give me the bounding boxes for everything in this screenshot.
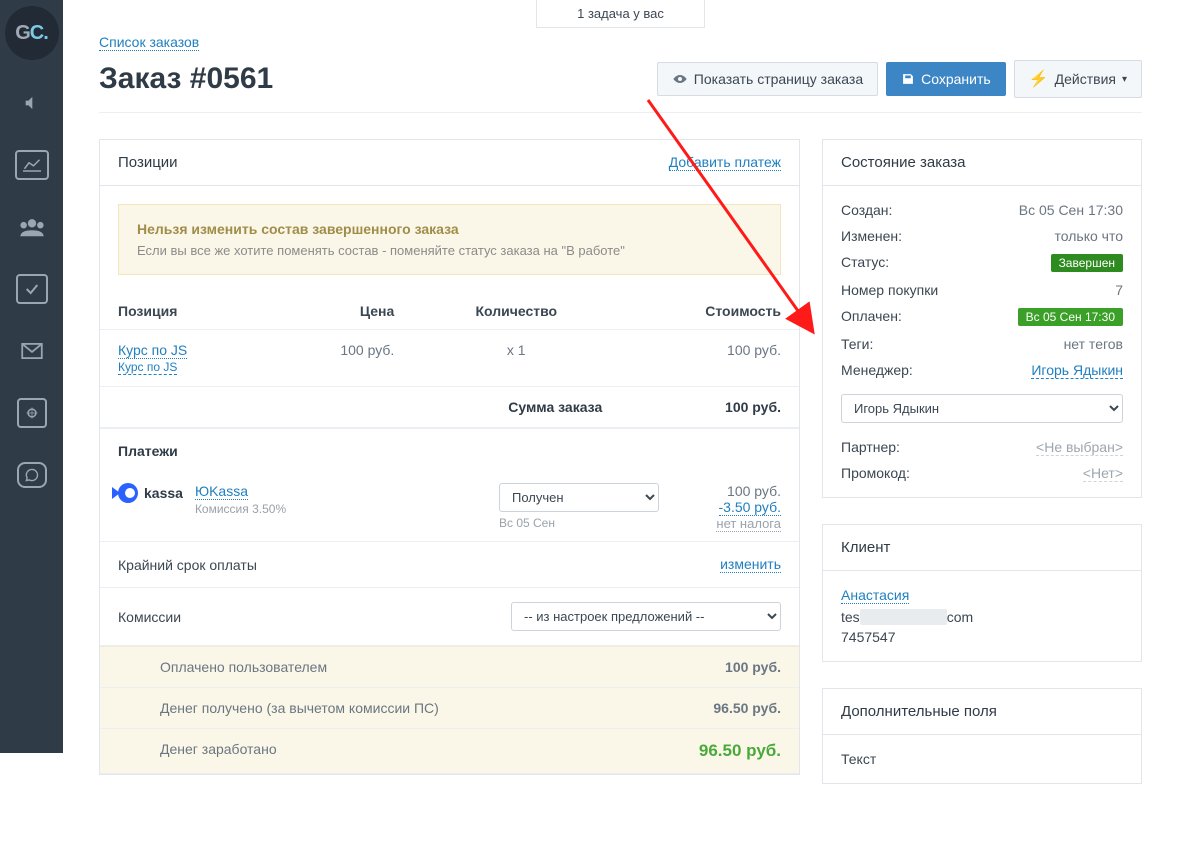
provider-logo: kassa [118,483,183,503]
mail-icon[interactable] [0,320,63,382]
save-button[interactable]: Сохранить [886,62,1006,96]
partner-value[interactable]: <Не выбран> [1036,439,1123,456]
created-label: Создан: [841,202,1018,218]
table-row: Курс по JS Курс по JS 100 руб. x 1 100 р… [100,330,799,387]
sidebar: GC. [0,0,63,753]
page-title: Заказ #0561 [99,62,273,96]
positions-table: Позиция Цена Количество Стоимость Курс п… [100,293,799,428]
commission-select[interactable]: -- из настроек предложений -- [511,602,781,631]
tags-label: Теги: [841,336,1018,352]
tags-value: нет тегов [1018,336,1123,352]
logo[interactable]: GC. [5,6,59,60]
earned-value: 96.50 руб. [625,729,799,774]
col-cost: Стоимость [620,293,799,330]
totals-table: Оплачено пользователем100 руб. Денег пол… [100,646,799,774]
users-icon[interactable] [0,196,63,258]
item-sub-link[interactable]: Курс по JS [118,360,177,375]
promo-label: Промокод: [841,465,1036,481]
alert-title: Нельзя изменить состав завершенного зака… [137,221,762,237]
check-icon[interactable] [0,258,63,320]
item-cost: 100 руб. [620,330,799,387]
eye-icon [672,73,688,85]
positions-panel: Позиции Добавить платеж Нельзя изменить … [99,139,800,775]
item-qty: x 1 [412,330,620,387]
col-qty: Количество [412,293,620,330]
changed-label: Изменен: [841,228,1018,244]
show-page-button[interactable]: Показать страницу заказа [657,62,878,96]
manager-link[interactable]: Игорь Ядыкин [1031,362,1123,379]
client-phone: 7457547 [841,629,1123,645]
safe-icon[interactable] [0,382,63,444]
speaker-icon[interactable] [0,72,63,134]
partner-label: Партнер: [841,439,1036,455]
alert-locked-order: Нельзя изменить состав завершенного зака… [118,204,781,275]
col-name: Позиция [100,293,268,330]
client-name-link[interactable]: Анастасия [841,587,909,604]
promo-value[interactable]: <Нет> [1083,465,1123,482]
manager-label: Менеджер: [841,362,1018,378]
client-panel: Клиент Анастасия tesxcom 7457547 [822,524,1142,662]
status-panel-title: Состояние заказа [841,154,966,171]
client-email: tesxcom [841,609,1123,625]
commission-label: Комиссии [118,609,181,625]
no-tax-link[interactable]: нет налога [716,516,781,532]
chart-icon[interactable] [0,134,63,196]
payment-date: Вс 05 Сен [499,516,659,530]
earned-label: Денег заработано [100,729,625,774]
paid-label: Оплачен: [841,308,1018,326]
payment-status-select[interactable]: Получен [499,483,659,512]
manager-select[interactable]: Игорь Ядыкин [841,394,1123,423]
payment-row: kassa ЮKassa Комиссия 3.50% Получен Вс 0… [100,473,799,542]
item-price: 100 руб. [268,330,412,387]
actions-button[interactable]: ⚡Действия▾ [1014,60,1142,98]
back-link[interactable]: Список заказов [99,34,199,51]
received-label: Денег получено (за вычетом комиссии ПС) [100,688,625,729]
paid-by-user-label: Оплачено пользователем [100,647,625,688]
item-link[interactable]: Курс по JS [118,342,187,359]
created-value: Вс 05 Сен 17:30 [1018,202,1123,218]
alert-text: Если вы все же хотите поменять состав - … [137,243,762,258]
client-panel-title: Клиент [841,539,890,556]
received-value: 96.50 руб. [625,688,799,729]
payments-title: Платежи [100,428,799,473]
chevron-down-icon: ▾ [1122,74,1127,85]
chat-icon[interactable] [0,444,63,506]
tasks-pill[interactable]: 1 задача у вас [536,0,705,28]
extra-text-label: Текст [841,751,1123,767]
add-payment-link[interactable]: Добавить платеж [669,154,781,171]
purchase-label: Номер покупки [841,282,1018,298]
positions-title: Позиции [118,154,178,171]
deadline-label: Крайний срок оплаты [118,557,257,573]
paid-by-user-value: 100 руб. [625,647,799,688]
status-panel: Состояние заказа Создан: Вс 05 Сен 17:30… [822,139,1142,498]
col-price: Цена [268,293,412,330]
changed-value: только что [1018,228,1123,244]
bolt-icon: ⚡ [1029,69,1049,89]
status-label: Статус: [841,254,1018,272]
disk-icon [901,72,915,86]
paid-badge: Вс 05 Сен 17:30 [1018,308,1123,326]
extra-panel-title: Дополнительные поля [841,703,997,720]
payment-fee-link[interactable]: -3.50 руб. [719,499,782,516]
status-badge: Завершен [1051,254,1123,272]
extra-fields-panel: Дополнительные поля Текст [822,688,1142,784]
total-value: 100 руб. [620,387,799,428]
payment-amount: 100 руб. [671,483,781,499]
total-label: Сумма заказа [412,387,620,428]
provider-link[interactable]: ЮKassa [195,483,248,500]
purchase-value: 7 [1018,282,1123,298]
provider-fee: Комиссия 3.50% [195,502,487,516]
yookassa-icon [118,483,138,503]
deadline-change-link[interactable]: изменить [720,556,781,573]
